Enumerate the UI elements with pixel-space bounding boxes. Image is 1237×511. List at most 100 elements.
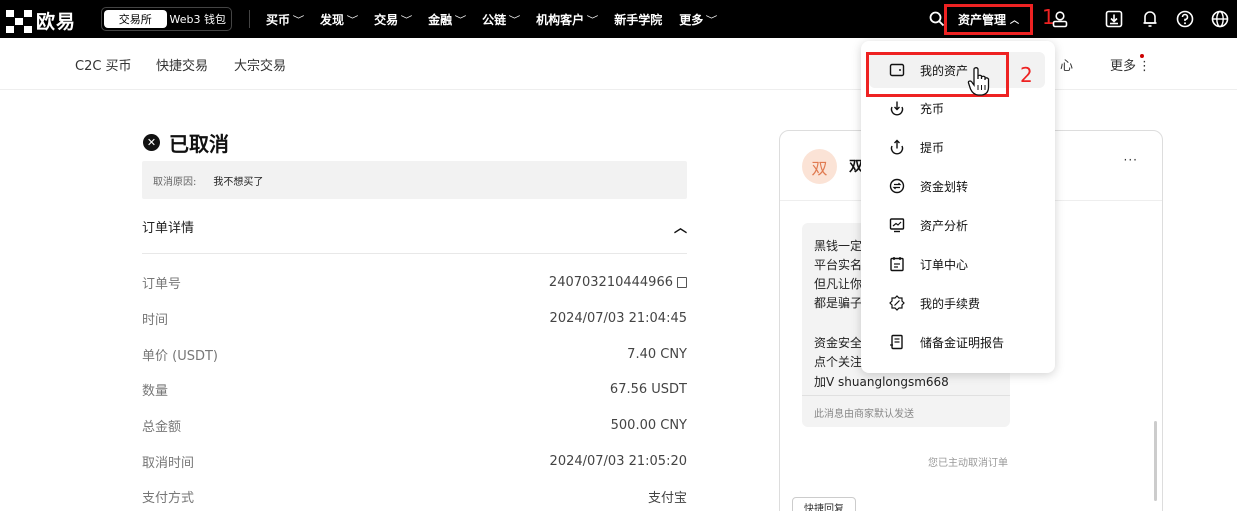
subnav-more[interactable]: 更多 ⋮ [1110, 55, 1151, 74]
row-value: 500.00 CNY [610, 418, 687, 433]
logo-text: 欧易 [36, 11, 77, 33]
menu-more[interactable]: 更多 ﹀ [679, 11, 718, 28]
exchange-tab[interactable]: 交易所 [104, 10, 167, 28]
row-label: 总金额 [142, 420, 182, 435]
chevron-up-icon: ︿ [1010, 16, 1020, 26]
menu-trade[interactable]: 交易 ﹀ [374, 11, 412, 28]
status-title: 已取消 [169, 132, 229, 156]
message-footer: 此消息由商家默认发送 [814, 409, 914, 420]
row-value: 240703210444966 [549, 273, 687, 292]
divider [142, 253, 687, 254]
globe-icon[interactable] [1209, 8, 1231, 30]
detail-row-quantity: 数量 67.56 USDT [142, 380, 687, 399]
subnav-express[interactable]: 快捷交易 [156, 55, 208, 74]
chevron-down-icon: ﹀ [346, 15, 359, 26]
merchant-avatar: 双 [802, 149, 837, 184]
dropdown-item-label: 资产分析 [920, 218, 969, 233]
row-label: 支付方式 [142, 491, 195, 506]
platform-switch[interactable]: 交易所 Web3 钱包 [101, 7, 232, 31]
subnav-center-text: 心 [1060, 59, 1074, 74]
notification-dot [1140, 54, 1144, 58]
download-icon[interactable] [1103, 8, 1125, 30]
menu-institutional[interactable]: 机构客户 ﹀ [536, 11, 599, 28]
detail-row-cancel-time: 取消时间 2024/07/03 21:05:20 [142, 452, 687, 471]
cancel-reason-box: 取消原因: 我不想买了 [142, 161, 687, 199]
chevron-down-icon: ﹀ [586, 15, 599, 26]
cancel-circle-icon: ✕ [143, 134, 160, 151]
fee-icon [888, 294, 906, 312]
bell-icon[interactable] [1139, 8, 1161, 30]
dropdown-item-transfer[interactable]: 资金划转 [861, 168, 1055, 204]
top-navbar: 欧易 交易所 Web3 钱包 买币 ﹀ 发现 ﹀ 交易 ﹀ 金融 ﹀ 公链 ﹀ 机构客户 ﹀… [0, 0, 1237, 38]
dropdown-item-withdraw[interactable]: 提币 [861, 129, 1055, 165]
withdraw-icon [888, 138, 906, 156]
dropdown-item-fees[interactable]: 我的手续费 [861, 285, 1055, 321]
message-line: 平台实名 [814, 258, 863, 272]
subnav-center-fragment[interactable]: 心 [1060, 55, 1073, 74]
logo-mark-icon [6, 9, 32, 33]
chat-scrollbar[interactable] [1154, 421, 1157, 501]
order-id-value: 240703210444966 [548, 275, 673, 290]
row-label: 订单号 [142, 277, 182, 292]
message-line: 点个关注 [814, 355, 863, 369]
reserve-report-icon [888, 333, 906, 351]
user-icon[interactable] [1049, 8, 1071, 30]
dropdown-item-label: 充币 [920, 101, 945, 116]
menu-discover[interactable]: 发现 ﹀ [320, 11, 359, 28]
quick-reply-button[interactable]: 快捷回复 [792, 497, 856, 511]
subnav-block-trade[interactable]: 大宗交易 [234, 55, 286, 74]
analysis-icon [888, 216, 906, 234]
menu-buy-crypto[interactable]: 买币 ﹀ [266, 11, 304, 28]
subnav-more-label: 更多 [1110, 59, 1137, 74]
message-line: 都是骗子 [814, 296, 863, 310]
transfer-icon [888, 177, 906, 195]
dropdown-item-reserve-report[interactable]: 储备金证明报告 [861, 324, 1055, 360]
deposit-icon [888, 99, 906, 117]
message-line: 加V shuanglongsm668 [814, 375, 949, 389]
nav-divider [249, 10, 250, 28]
web3-wallet-tab[interactable]: Web3 钱包 [167, 10, 230, 28]
message-line: 但凡让你 [814, 277, 863, 291]
dropdown-item-label: 订单中心 [920, 257, 969, 272]
row-label: 单价 (USDT) [142, 349, 218, 364]
reason-label: 取消原因: [153, 176, 197, 188]
order-status: ✕ 已取消 [143, 128, 229, 157]
orders-icon [888, 255, 906, 273]
menu-finance[interactable]: 金融 ﹀ [428, 11, 466, 28]
more-options-icon[interactable]: ··· [1124, 153, 1138, 167]
detail-row-payment-method: 支付方式 支付宝 [142, 487, 687, 506]
dropdown-item-label: 资金划转 [920, 179, 969, 194]
help-icon[interactable] [1174, 8, 1196, 30]
system-message: 您已主动取消订单 [928, 458, 1008, 469]
asset-management-menu[interactable]: 资产管理 ︿ [944, 4, 1033, 35]
row-value: 2024/07/03 21:04:45 [549, 311, 687, 326]
chevron-down-icon: ﹀ [705, 15, 718, 26]
detail-row-total: 总金额 500.00 CNY [142, 416, 687, 435]
details-title: 订单详情 [142, 221, 195, 236]
row-value: 支付宝 [647, 491, 687, 506]
chevron-down-icon: ﹀ [508, 15, 521, 26]
dropdown-item-label: 储备金证明报告 [920, 335, 1005, 350]
row-label: 数量 [142, 384, 169, 399]
row-value: 2024/07/03 21:05:20 [549, 454, 687, 469]
kebab-icon: ⋮ [1138, 59, 1152, 74]
detail-row-order-id: 订单号 240703210444966 [142, 273, 687, 292]
dropdown-item-analysis[interactable]: 资产分析 [861, 207, 1055, 243]
menu-chain[interactable]: 公链 ﹀ [482, 11, 521, 28]
main-menu: 买币 ﹀ 发现 ﹀ 交易 ﹀ 金融 ﹀ 公链 ﹀ 机构客户 ﹀ 新手学院 更多 ﹀ [266, 0, 733, 38]
copy-icon[interactable] [677, 277, 687, 288]
message-line: 资金安全 [814, 336, 863, 350]
dropdown-item-orders[interactable]: 订单中心 [861, 246, 1055, 282]
okx-logo[interactable]: 欧易 [6, 7, 76, 34]
menu-academy[interactable]: 新手学院 [614, 11, 662, 28]
row-value: 67.56 USDT [609, 382, 687, 397]
detail-row-time: 时间 2024/07/03 21:04:45 [142, 309, 687, 328]
row-value: 7.40 CNY [627, 347, 687, 362]
chevron-up-icon[interactable]: ︿ [674, 217, 687, 236]
reason-value: 我不想买了 [213, 176, 264, 188]
hand-cursor-icon [967, 66, 993, 98]
subnav-c2c[interactable]: C2C 买币 [75, 55, 132, 74]
annotation-2: 2 [1020, 63, 1033, 87]
detail-row-price: 单价 (USDT) 7.40 CNY [142, 345, 687, 364]
order-details-header[interactable]: 订单详情 ︿ [142, 217, 687, 236]
